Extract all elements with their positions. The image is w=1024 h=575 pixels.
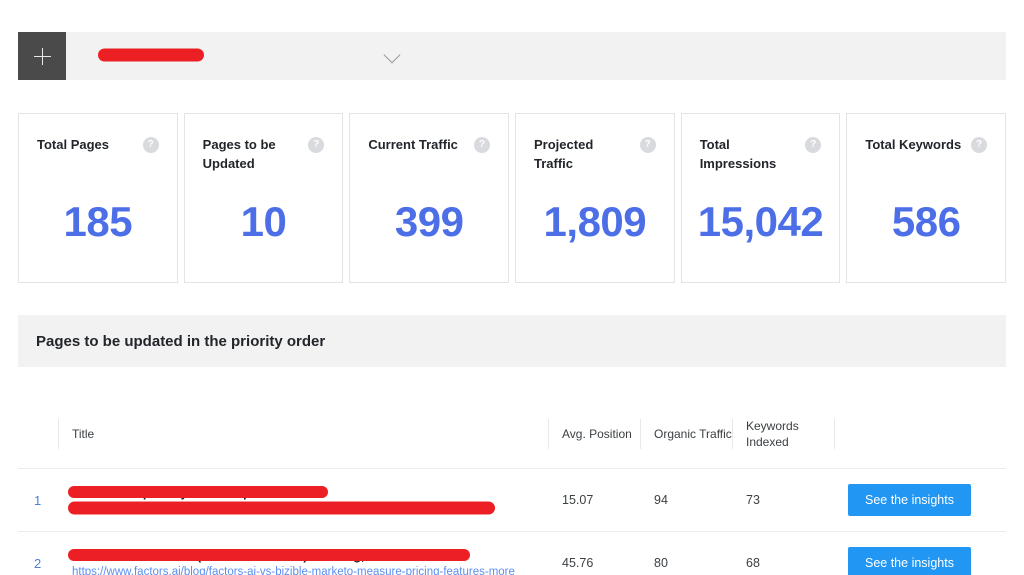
stat-card-row: Total Pages ? 185 Pages to be Updated ? … <box>18 113 1007 283</box>
help-icon[interactable]: ? <box>971 137 988 153</box>
help-icon[interactable]: ? <box>308 137 325 153</box>
stat-card-header: Current Traffic ? <box>368 136 491 155</box>
stat-card-value: 399 <box>394 198 464 245</box>
page-url[interactable]: https://www.factors.ai/blog/what-is-heap… <box>72 503 415 515</box>
row-action-cell: See the insights <box>834 484 1006 516</box>
stat-card-label: Current Traffic <box>368 137 458 152</box>
page-title: What is Heap Analytics? Heap.io Overview <box>72 485 325 500</box>
row-index: 1 <box>34 492 42 508</box>
row-organic-traffic: 80 <box>654 556 668 570</box>
stat-card-label: Projected Traffic <box>534 137 594 171</box>
stat-card-header: Total Keywords ? <box>865 136 988 155</box>
selected-site-name: www.factors.ai <box>104 48 199 64</box>
page-url[interactable]: https://www.factors.ai/blog/factors-ai-v… <box>72 566 515 575</box>
pages-table: Title Avg. Position Organic Traffic Keyw… <box>18 400 1006 575</box>
table-row: 2 Factors.ai Vs Bizible (Marketo Measure… <box>18 532 1006 575</box>
section-header: Pages to be updated in the priority orde… <box>18 315 1006 367</box>
stat-card-header: Projected Traffic ? <box>534 136 656 174</box>
see-insights-button[interactable]: See the insights <box>848 547 971 575</box>
stat-card-value: 10 <box>240 198 287 245</box>
stat-card-header: Total Impressions ? <box>700 136 822 174</box>
help-icon[interactable]: ? <box>142 137 159 153</box>
stat-card-value: 1,809 <box>543 198 647 245</box>
row-avg-position: 15.07 <box>562 493 594 507</box>
dashboard-page: www.factors.ai Total Pages ? 185 Pages t… <box>0 0 1024 575</box>
stat-card-header: Total Pages ? <box>37 136 159 155</box>
row-organic-traffic: 94 <box>654 493 668 507</box>
column-header-organic-traffic: Organic Traffic <box>640 418 732 450</box>
help-icon[interactable]: ? <box>474 137 491 153</box>
add-project-button[interactable] <box>18 32 66 80</box>
row-keywords-indexed: 73 <box>746 493 760 507</box>
page-title: Factors.ai Vs Bizible (Marketo Measure) … <box>72 548 466 563</box>
row-index: 2 <box>34 555 42 571</box>
stat-card-label: Total Keywords <box>865 137 962 152</box>
row-keywords-indexed: 68 <box>746 556 760 570</box>
help-icon[interactable]: ? <box>639 137 656 153</box>
top-bar: www.factors.ai <box>18 32 1006 80</box>
table-row: 1 What is Heap Analytics? Heap.io Overvi… <box>18 469 1006 532</box>
stat-card-total-keywords: Total Keywords ? 586 <box>846 113 1007 283</box>
column-header-avg-position: Avg. Position <box>548 418 640 450</box>
row-avg-position: 45.76 <box>562 556 594 570</box>
stat-card-total-pages: Total Pages ? 185 <box>18 113 178 283</box>
stat-card-total-impressions: Total Impressions ? 15,042 <box>680 113 841 283</box>
column-header-title: Title <box>58 418 548 450</box>
row-title-cell: Factors.ai Vs Bizible (Marketo Measure) … <box>58 549 548 575</box>
stat-card-header: Pages to be Updated ? <box>203 136 325 174</box>
table-header-row: Title Avg. Position Organic Traffic Keyw… <box>18 400 1006 469</box>
stat-card-label: Pages to be Updated <box>202 137 276 171</box>
plus-icon <box>33 47 51 65</box>
section-title: Pages to be updated in the priority orde… <box>36 332 326 350</box>
stat-card-label: Total Pages <box>37 137 110 152</box>
row-title-cell: What is Heap Analytics? Heap.io Overview… <box>58 486 548 515</box>
help-icon[interactable]: ? <box>805 137 822 153</box>
stat-card-pages-to-be-updated: Pages to be Updated ? 10 <box>183 113 344 283</box>
row-action-cell: See the insights <box>834 547 1006 575</box>
stat-card-current-traffic: Current Traffic ? 399 <box>349 113 510 283</box>
column-header-keywords-indexed: Keywords Indexed <box>732 418 834 450</box>
stat-card-value: 185 <box>63 198 133 245</box>
stat-card-value: 15,042 <box>697 198 824 245</box>
chevron-down-icon <box>383 46 401 64</box>
stat-card-value: 586 <box>891 198 961 245</box>
stat-card-projected-traffic: Projected Traffic ? 1,809 <box>515 113 675 283</box>
site-selector-dropdown[interactable]: www.factors.ai <box>66 32 1006 80</box>
see-insights-button[interactable]: See the insights <box>848 484 971 516</box>
stat-card-label: Total Impressions <box>699 137 777 171</box>
